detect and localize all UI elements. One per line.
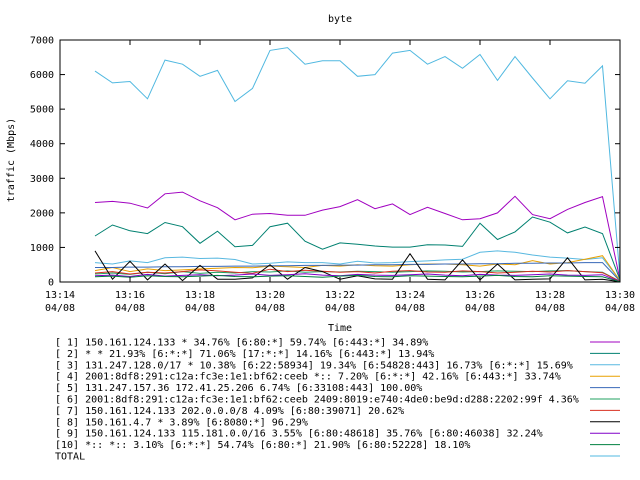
legend-label-6: [ 6] 2001:8df8:291:c12a:fc3e:1e1:bf62:ce… xyxy=(55,395,579,406)
x-tick-label-2: 13:18 xyxy=(185,290,215,301)
legend-label-5: [ 5] 131.247.157.36 172.41.25.206 6.74% … xyxy=(55,383,422,394)
x-tick-label-3: 13:20 xyxy=(255,290,285,301)
legend: [ 1] 150.161.124.133 * 34.76% [6:80:*] 5… xyxy=(55,338,620,463)
x-tick-date-2: 04/08 xyxy=(185,303,215,314)
x-tick-date-6: 04/08 xyxy=(465,303,495,314)
x-tick-label-5: 13:24 xyxy=(395,290,425,301)
legend-label-8: [ 8] 150.161.4.7 * 3.89% [6:8080:*] 96.2… xyxy=(55,417,308,428)
x-tick-date-5: 04/08 xyxy=(395,303,425,314)
x-tick-label-0: 13:14 xyxy=(45,290,75,301)
y-tick-label-0: 0 xyxy=(48,278,54,289)
y-axis-label: traffic (Mbps) xyxy=(6,118,17,202)
x-tick-date-8: 04/08 xyxy=(605,303,635,314)
y-tick-label-3: 3000 xyxy=(30,174,54,185)
legend-label-10: [10] *:: *:: 3.10% [6:*:*] 54.74% [6:80:… xyxy=(55,440,470,451)
x-tick-date-7: 04/08 xyxy=(535,303,565,314)
series-line-11 xyxy=(94,47,621,278)
x-tick-label-1: 13:16 xyxy=(115,290,145,301)
chart-title: byte xyxy=(328,14,352,25)
x-tick-date-3: 04/08 xyxy=(255,303,285,314)
x-tick-label-8: 13:30 xyxy=(605,290,635,301)
byte-traffic-chart: byte traffic (Mbps) Time 0 1000 2000 3000 40… xyxy=(6,14,635,463)
x-tick-label-4: 13:22 xyxy=(325,290,355,301)
legend-label-4: [ 4] 2001:8df8:291:c12a:fc3e:1e1:bf62:ce… xyxy=(55,372,561,383)
x-tick-date-0: 04/08 xyxy=(45,303,75,314)
x-tick-date-1: 04/08 xyxy=(115,303,145,314)
y-tick-label-4: 4000 xyxy=(30,139,54,150)
plot-lines xyxy=(94,47,621,283)
x-tick-label-7: 13:28 xyxy=(535,290,565,301)
plot-frame xyxy=(59,39,621,283)
y-tick-label-5: 5000 xyxy=(30,105,54,116)
legend-label-9: [ 9] 150.161.124.133 115.181.0.0/16 3.55… xyxy=(55,429,543,440)
y-tick-label-7: 7000 xyxy=(30,36,54,47)
legend-label-3: [ 3] 131.247.128.0/17 * 10.38% [6:22:589… xyxy=(55,360,573,371)
x-axis-label: Time xyxy=(328,323,352,334)
x-tick-label-6: 13:26 xyxy=(465,290,495,301)
legend-label-1: [ 1] 150.161.124.133 * 34.76% [6:80:*] 5… xyxy=(55,338,428,349)
x-tick-date-4: 04/08 xyxy=(325,303,355,314)
legend-label-2: [ 2] * * 21.93% [6:*:*] 71.06% [17:*:*] … xyxy=(55,349,434,360)
y-tick-label-1: 1000 xyxy=(30,243,54,254)
y-tick-label-6: 6000 xyxy=(30,70,54,81)
legend-label-11: TOTAL xyxy=(55,452,85,463)
legend-label-7: [ 7] 150.161.124.133 202.0.0.0/8 4.09% [… xyxy=(55,406,404,417)
y-tick-label-2: 2000 xyxy=(30,208,54,219)
